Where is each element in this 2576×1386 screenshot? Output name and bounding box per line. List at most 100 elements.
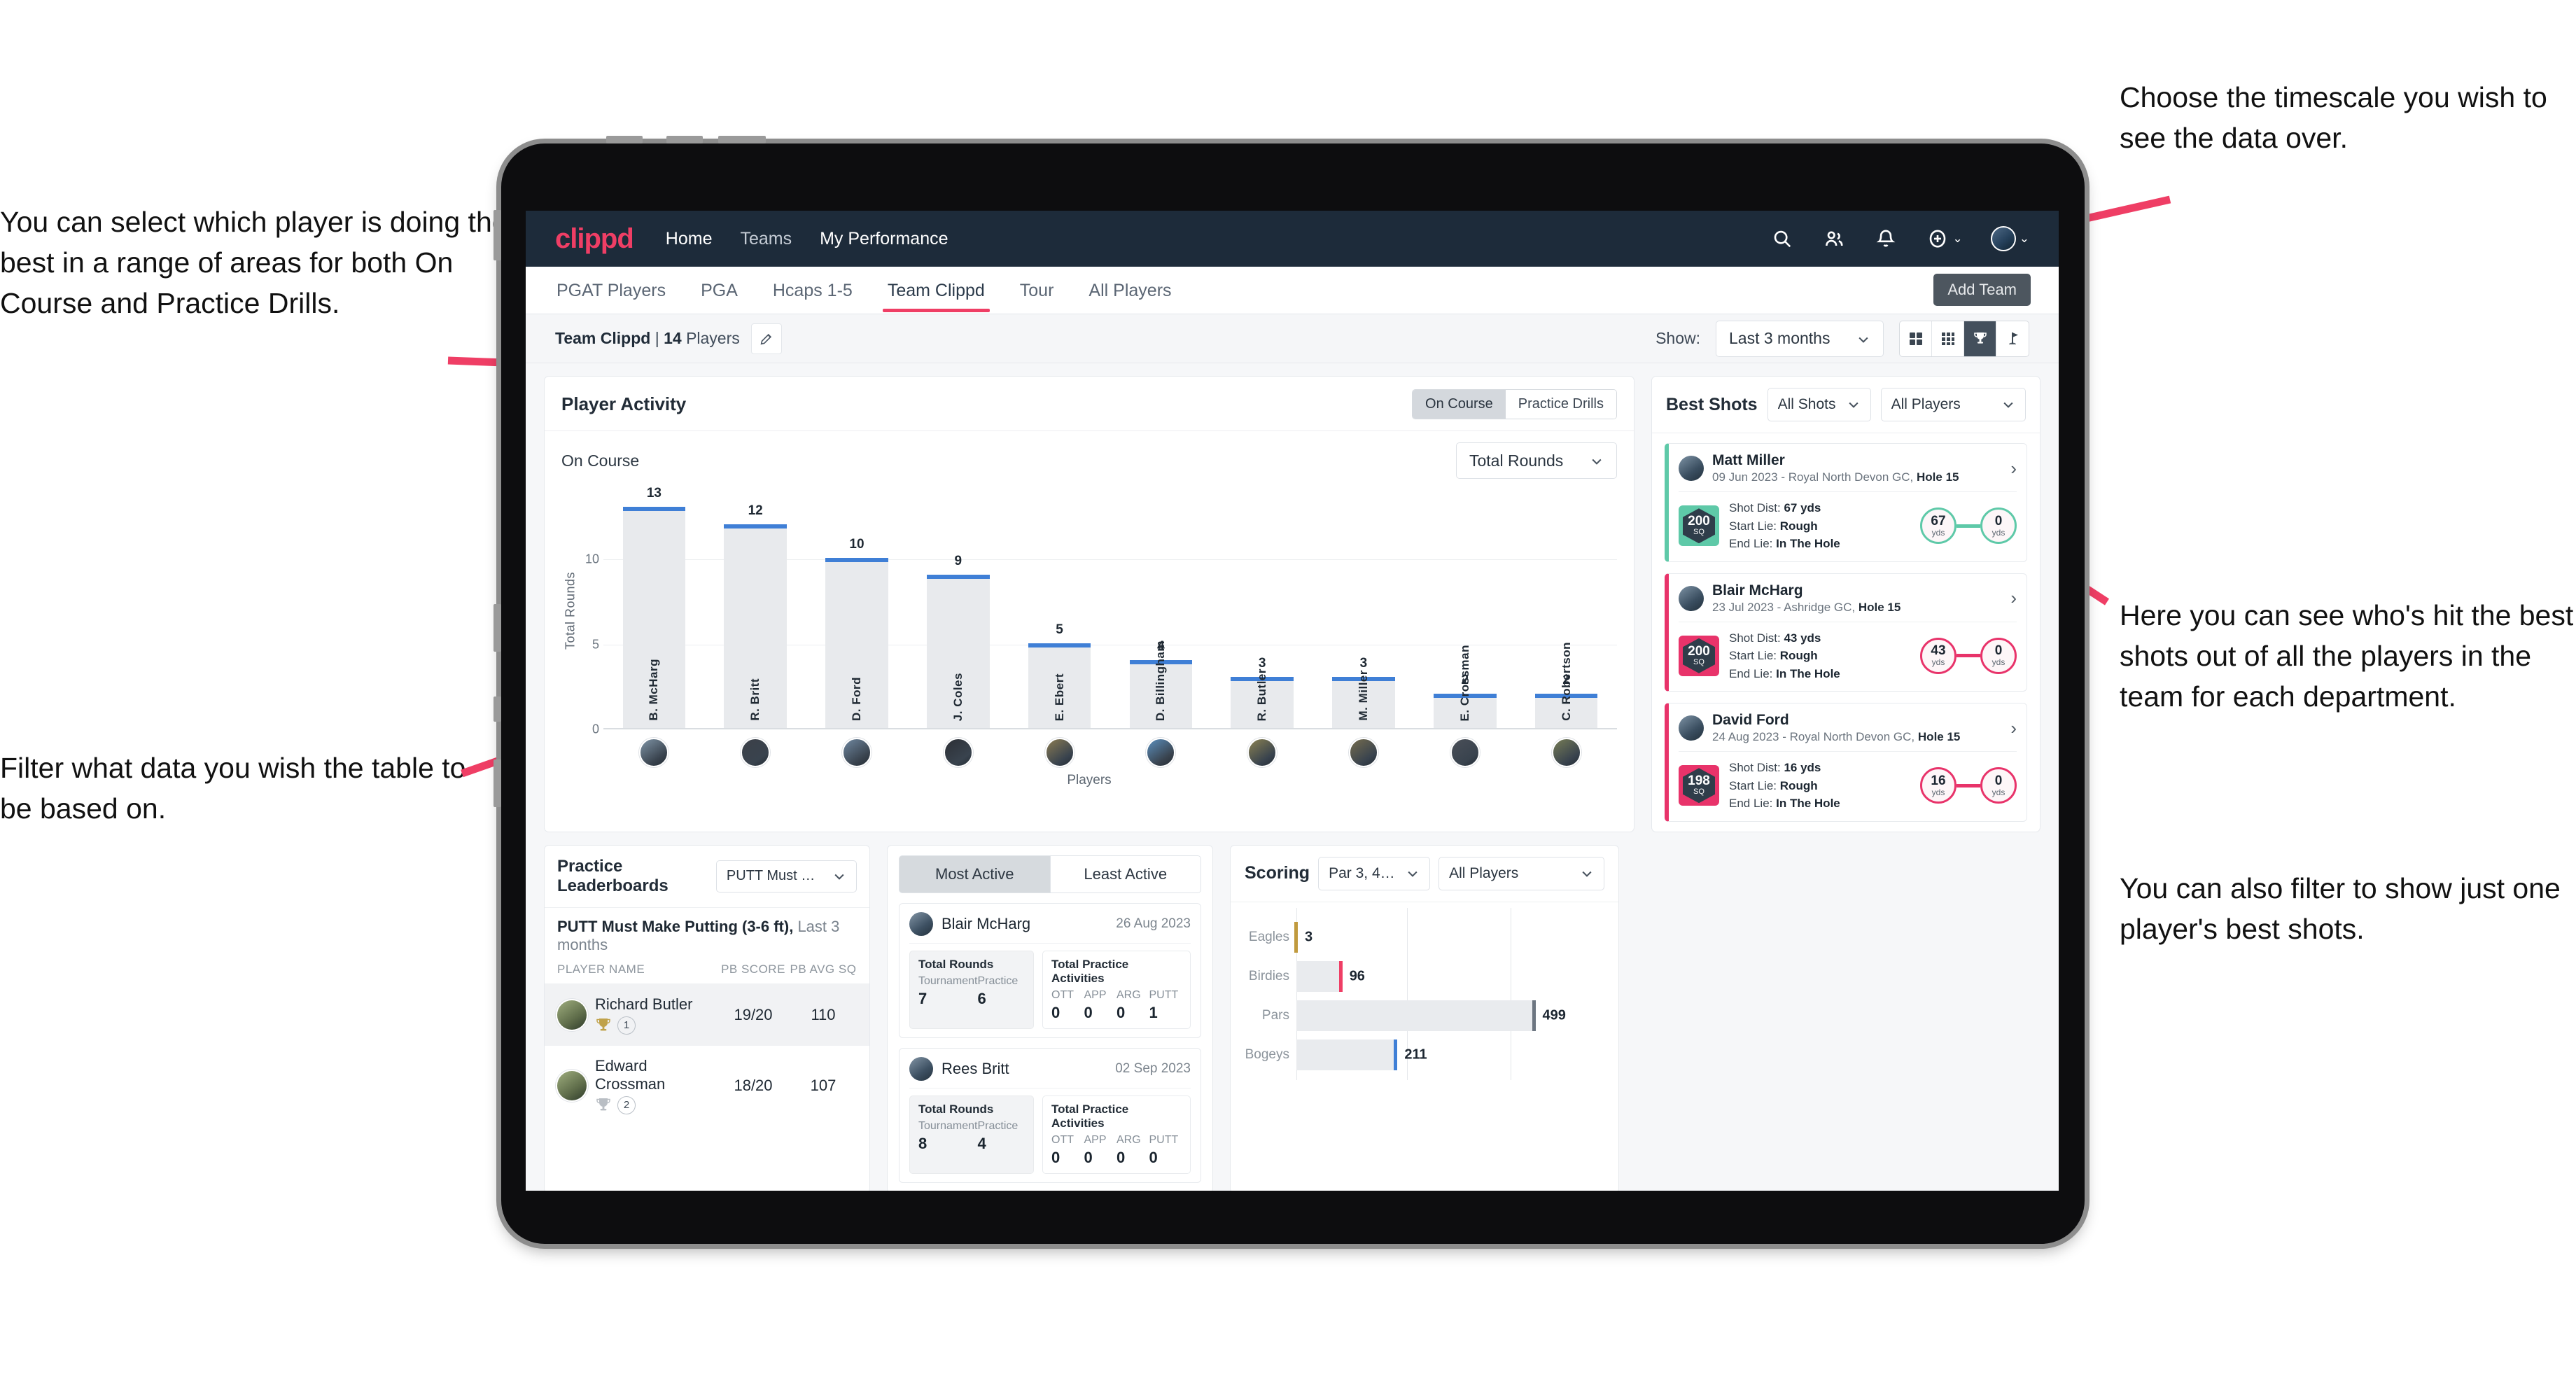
grid-2x2-icon[interactable] <box>1900 321 1932 356</box>
annotation-player-selection: You can select which player is doing the… <box>0 206 508 320</box>
segment-on-course[interactable]: On Course <box>1413 390 1506 419</box>
best-shot-body: 200 SQ Shot Dist: 67 yds Start Lie: Rough En… <box>1679 491 2017 553</box>
scoring-row[interactable]: Eagles 3 <box>1242 918 1603 957</box>
flag-icon[interactable] <box>1996 321 2029 356</box>
bar-column[interactable]: 9 J. Coles <box>907 491 1009 728</box>
avatar[interactable] <box>1044 738 1074 767</box>
device-button-left-3 <box>493 696 501 722</box>
distance-from-value: 43 <box>1931 643 1946 659</box>
bar-category-label: C. Robertson <box>1559 642 1573 721</box>
bar-value-label: 3 <box>1359 656 1368 671</box>
bar-column[interactable]: 4 D. Billingham <box>1110 491 1212 728</box>
avatar[interactable] <box>943 738 973 767</box>
avatar[interactable] <box>741 738 771 767</box>
tab-hcaps-1-5[interactable]: Hcaps 1-5 <box>771 269 854 312</box>
player-avatar-cell[interactable] <box>1414 738 1516 767</box>
clippd-logo[interactable]: clippd <box>555 223 634 255</box>
player-avatar-cell[interactable] <box>603 738 705 767</box>
practice-stat: PUTT 1 <box>1149 988 1179 1021</box>
activity-player-card[interactable]: Rees Britt 02 Sep 2023 Total Rounds Tournam… <box>899 1047 1201 1183</box>
player-avatar-cell[interactable] <box>907 738 1009 767</box>
player-avatar-cell[interactable] <box>1110 738 1212 767</box>
bell-icon[interactable] <box>1874 227 1898 251</box>
player-avatar-cell[interactable] <box>1009 738 1110 767</box>
best-shot-card[interactable]: David Ford 24 Aug 2023 - Royal North Devo… <box>1665 703 2027 822</box>
avatar[interactable] <box>639 738 669 767</box>
scoring-row[interactable]: Bogeys 211 <box>1242 1035 1603 1074</box>
best-shot-card[interactable]: Matt Miller 09 Jun 2023 - Royal North Dev… <box>1665 443 2027 562</box>
plus-circle-icon[interactable] <box>1926 227 1949 251</box>
player-activity-header: Player Activity On Course Practice Drill… <box>545 377 1634 431</box>
avatar[interactable] <box>1551 738 1581 767</box>
best-shots-player-filter[interactable]: All Players <box>1880 388 2026 421</box>
chevron-right-icon[interactable]: › <box>2010 458 2017 479</box>
add-menu[interactable]: ⌄ <box>1926 227 1963 251</box>
practice-stat: APP 0 <box>1084 1133 1107 1166</box>
bar-column[interactable]: 5 E. Ebert <box>1009 491 1110 728</box>
trophy-icon[interactable] <box>1964 321 1996 356</box>
end-lie-label: End Lie: <box>1729 797 1773 810</box>
tab-pga[interactable]: PGA <box>699 269 739 312</box>
tab-tour[interactable]: Tour <box>1018 269 1056 312</box>
tab-team-clippd[interactable]: Team Clippd <box>882 269 990 312</box>
people-icon[interactable] <box>1822 227 1846 251</box>
scoring-player-filter[interactable]: All Players <box>1438 856 1604 890</box>
search-icon[interactable] <box>1770 227 1794 251</box>
bar-column[interactable]: 3 M. Miller <box>1313 491 1415 728</box>
distance-to-unit: yds <box>1991 527 2005 538</box>
chevron-right-icon[interactable]: › <box>2010 718 2017 739</box>
segment-practice-drills[interactable]: Practice Drills <box>1505 390 1616 419</box>
best-shots-title: Best Shots <box>1666 394 1758 414</box>
scoring-player-value: All Players <box>1449 864 1519 881</box>
best-shot-hole: Hole 15 <box>1858 600 1901 614</box>
avatar[interactable] <box>1450 738 1480 767</box>
nav-link-teams[interactable]: Teams <box>740 229 792 249</box>
leaderboard-row[interactable]: Edward Crossman 2 18/20 107 <box>545 1046 869 1126</box>
leaderboard-rows: Richard Butler 1 19/20 110 Edward Crossman 2 1… <box>545 983 869 1126</box>
leaderboard-row[interactable]: Richard Butler 1 19/20 110 <box>545 983 869 1046</box>
best-shot-sep: - <box>1779 730 1790 743</box>
annotation-filter-player: You can also filter to show just one pla… <box>2120 872 2561 946</box>
metric-select[interactable]: Total Rounds <box>1456 442 1617 479</box>
player-avatar-cell[interactable] <box>1516 738 1617 767</box>
best-shot-header: Matt Miller 09 Jun 2023 - Royal North Dev… <box>1679 452 2017 484</box>
tab-least-active[interactable]: Least Active <box>1050 855 1201 893</box>
nav-link-home[interactable]: Home <box>666 229 713 249</box>
distance-visual: 67 yds 0 yds <box>1920 507 2017 545</box>
timescale-select[interactable]: Last 3 months <box>1716 320 1884 357</box>
player-avatar-cell[interactable] <box>1313 738 1415 767</box>
activity-date: 02 Sep 2023 <box>1115 1060 1191 1076</box>
bar-column[interactable]: 12 R. Britt <box>705 491 806 728</box>
avatar[interactable] <box>1348 738 1378 767</box>
avatar[interactable] <box>1146 738 1176 767</box>
player-avatar-cell[interactable] <box>705 738 806 767</box>
player-avatar-cell[interactable] <box>1212 738 1313 767</box>
avatar[interactable] <box>1990 226 2016 251</box>
total-rounds-box: Total Rounds Tournament 7 Practice 6 <box>909 950 1034 1029</box>
avatar[interactable] <box>841 738 872 767</box>
tab-all-players[interactable]: All Players <box>1087 269 1172 312</box>
user-menu[interactable]: ⌄ <box>1990 226 2029 251</box>
chevron-right-icon[interactable]: › <box>2010 587 2017 609</box>
edit-pencil-icon[interactable] <box>750 323 782 354</box>
drill-select[interactable]: PUTT Must Make Putting ... <box>715 860 857 892</box>
player-avatar-cell[interactable] <box>806 738 908 767</box>
bar-column[interactable]: 2 C. Robertson <box>1516 491 1617 728</box>
nav-link-my-performance[interactable]: My Performance <box>820 229 948 249</box>
tab-most-active[interactable]: Most Active <box>899 855 1051 893</box>
scoring-par-filter[interactable]: Par 3, 4 & 5s <box>1318 856 1431 890</box>
tab-pgat-players[interactable]: PGAT Players <box>555 269 667 312</box>
bar-column[interactable]: 10 D. Ford <box>806 491 908 728</box>
activity-player-card[interactable]: Blair McHarg 26 Aug 2023 Total Rounds Tourn… <box>899 902 1201 1038</box>
scoring-row[interactable]: Birdies 96 <box>1242 957 1603 996</box>
best-shots-shot-filter[interactable]: All Shots <box>1767 388 1871 421</box>
bar-column[interactable]: 13 B. McHarg <box>603 486 705 728</box>
avatar[interactable] <box>1247 738 1278 767</box>
sq-value: 198 <box>1688 774 1710 789</box>
bar-column[interactable]: 2 E. Crossman <box>1414 491 1516 728</box>
grid-3x3-icon[interactable] <box>1932 321 1964 356</box>
best-shot-card[interactable]: Blair McHarg 23 Jul 2023 - Ashridge GC, H… <box>1665 573 2027 692</box>
bar-column[interactable]: 3 R. Butler <box>1212 491 1313 728</box>
drill-title: PUTT Must Make Putting (3-6 ft), <box>557 917 794 935</box>
scoring-row[interactable]: Pars 499 <box>1242 996 1603 1035</box>
